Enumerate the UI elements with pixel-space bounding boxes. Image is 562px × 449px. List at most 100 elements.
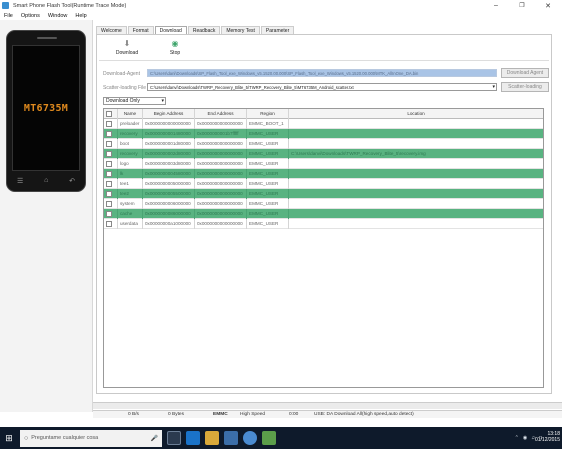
download-agent-field[interactable]: C:\Users\dani\Downloads\SP_Flash_Tool_ex…	[147, 69, 497, 77]
menu-window[interactable]: Window	[48, 13, 68, 19]
phone-screen: MT6735M	[12, 45, 80, 171]
tab-memory-test[interactable]: Memory Test	[221, 26, 260, 34]
dropdown-arrow-icon[interactable]: ▾	[492, 84, 495, 90]
cell-name: boot	[118, 139, 143, 149]
menu-file[interactable]: File	[4, 13, 13, 19]
table-row[interactable]: logo 0x0000000003d80000 0x0000000000000000…	[104, 159, 543, 169]
cell-location	[289, 179, 543, 189]
download-button-label: Download	[115, 50, 139, 56]
stop-icon: ◉	[171, 39, 179, 48]
table-row[interactable]: boot 0x0000000001d80000 0x0000000000000000…	[104, 139, 543, 149]
table-header: Name Begin Address End Address Region Lo…	[104, 109, 543, 119]
header-name: Name	[118, 109, 143, 119]
minimize-icon[interactable]: –	[484, 0, 508, 11]
table-row[interactable]: cache 0x0000000086000000 0x000000000000000…	[104, 209, 543, 219]
cell-location	[289, 189, 543, 199]
cell-begin-address: 0x0000000086000000	[143, 209, 195, 219]
title-bar: Smart Phone Flash Tool(Runtime Trace Mod…	[0, 0, 562, 11]
row-checkbox[interactable]	[106, 141, 112, 147]
home-key-icon: ⌂	[44, 177, 49, 184]
download-button[interactable]: ⬇ Download	[107, 39, 147, 56]
chrome-icon[interactable]	[243, 431, 257, 445]
table-row[interactable]: preloader 0x0000000000000000 0x00000000000…	[104, 119, 543, 129]
edge-icon[interactable]	[186, 431, 200, 445]
tab-download[interactable]: Download	[154, 26, 187, 34]
row-checkbox[interactable]	[106, 201, 112, 207]
cell-end-address: 0x0000000000000000	[195, 139, 247, 149]
task-view-icon[interactable]	[167, 431, 181, 445]
cell-region: EMMC_USER	[247, 179, 289, 189]
cell-name: tee2	[118, 189, 143, 199]
menu-help[interactable]: Help	[75, 13, 86, 19]
microphone-icon[interactable]: 🎤	[151, 435, 158, 442]
status-usb-speed: High Speed	[240, 412, 266, 417]
table-row[interactable]: tee2 0x0000000005500000 0x0000000000000000…	[104, 189, 543, 199]
taskbar-search[interactable]: ○ Preguntame cualquier cosa 🎤	[20, 429, 162, 447]
cell-name: recovery	[118, 129, 143, 139]
header-check	[104, 109, 118, 119]
download-agent-button[interactable]: Download Agent	[501, 68, 549, 78]
search-placeholder: Preguntame cualquier cosa	[31, 435, 99, 441]
download-agent-button-label: Download Agent	[506, 70, 544, 76]
status-time: 0:00	[289, 412, 299, 417]
table-row[interactable]: system 0x0000000006000000 0x00000000000000…	[104, 199, 543, 209]
scatter-loading-button-label: Scatter-loading	[508, 84, 542, 90]
header-location: Location	[407, 111, 425, 116]
cell-check	[104, 209, 118, 219]
download-mode-select[interactable]: Download Only ▾	[103, 97, 166, 105]
status-message: USB: DA Download All(high speed,auto det…	[314, 412, 414, 417]
scatter-file-field[interactable]: C:\Users\danvi\Downloads\TWRP_Recovery_B…	[147, 83, 497, 91]
row-checkbox[interactable]	[106, 191, 112, 197]
table-row[interactable]: recovery 0x0000000001480000 0x0000000001b7…	[104, 129, 543, 139]
cell-location	[289, 199, 543, 209]
cell-region: EMMC_USER	[247, 189, 289, 199]
toolbar: ⬇ Download ◉ Stop	[99, 37, 549, 61]
tab-welcome[interactable]: Welcome	[96, 26, 127, 34]
row-checkbox[interactable]	[106, 181, 112, 187]
restore-icon[interactable]: ❐	[510, 0, 534, 11]
cell-end-address: 0x0000000000000000	[195, 199, 247, 209]
store-icon[interactable]	[224, 431, 238, 445]
row-checkbox[interactable]	[106, 131, 112, 137]
cell-check	[104, 219, 118, 229]
row-checkbox[interactable]	[106, 161, 112, 167]
close-icon[interactable]: ✕	[536, 0, 560, 11]
stop-button[interactable]: ◉ Stop	[155, 39, 195, 56]
table-row[interactable]: recovery 0x0000000002d80000 0x000000000000…	[104, 149, 543, 159]
select-all-checkbox[interactable]	[106, 111, 112, 117]
taskbar: ⊞ ○ Preguntame cualquier cosa 🎤 ⌃ ◉ ♫ □ …	[0, 427, 562, 449]
clock[interactable]: 13:18 01/12/2015	[535, 431, 560, 443]
scatter-file-path: C:\Users\danvi\Downloads\TWRP_Recovery_B…	[150, 85, 354, 90]
file-explorer-icon[interactable]	[205, 431, 219, 445]
chevron-down-icon: ▾	[161, 98, 164, 104]
menu-options[interactable]: Options	[21, 13, 40, 19]
tab-format[interactable]: Format	[127, 26, 154, 34]
row-checkbox[interactable]	[106, 221, 112, 227]
windows-start-icon[interactable]: ⊞	[0, 427, 18, 449]
download-panel: ⬇ Download ◉ Stop Download-Agent C:\User…	[96, 34, 552, 394]
table-row[interactable]: lk 0x0000000004580000 0x0000000000000000 EM…	[104, 169, 543, 179]
status-bytes: 0 Bytes	[168, 412, 184, 417]
tab-readback[interactable]: Readback	[187, 26, 221, 34]
row-checkbox[interactable]	[106, 211, 112, 217]
table-row[interactable]: tee1 0x0000000005000000 0x0000000000000000…	[104, 179, 543, 189]
cell-location	[289, 129, 543, 139]
cell-region: EMMC_USER	[247, 219, 289, 229]
cell-region: EMMC_USER	[247, 169, 289, 179]
row-checkbox[interactable]	[106, 151, 112, 157]
phone-image: MT6735M ☰ ⌂ ↶	[6, 30, 86, 192]
download-agent-label: Download-Agent	[103, 71, 140, 77]
row-checkbox[interactable]	[106, 171, 112, 177]
cell-check	[104, 159, 118, 169]
row-checkbox[interactable]	[106, 121, 112, 127]
flash-tool-taskbar-icon[interactable]	[262, 431, 276, 445]
status-bar: 0 B/s 0 Bytes EMMC High Speed 0:00 USB: …	[93, 410, 562, 418]
cell-begin-address: 0x00000000a1000000	[143, 219, 195, 229]
tab-parameter[interactable]: Parameter	[260, 26, 295, 34]
tray-chevron-icon[interactable]: ⌃	[515, 435, 519, 441]
download-mode-value: Download Only	[106, 98, 140, 104]
scatter-loading-button[interactable]: Scatter-loading	[501, 82, 549, 92]
network-icon[interactable]: ◉	[523, 435, 527, 441]
table-row[interactable]: userdata 0x00000000a1000000 0x000000000000…	[104, 219, 543, 229]
cell-end-address: 0x0000000000000000	[195, 189, 247, 199]
